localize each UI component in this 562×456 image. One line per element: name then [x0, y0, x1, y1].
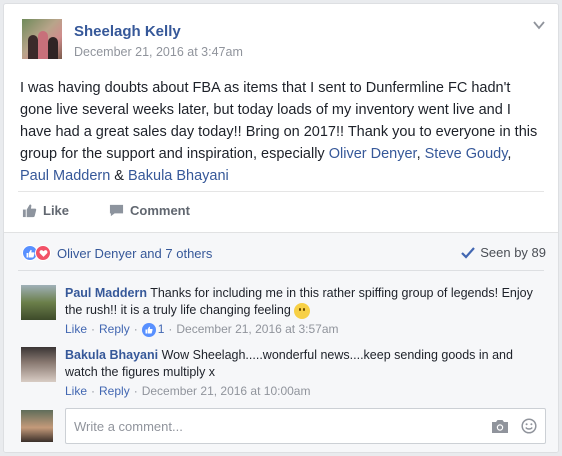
commenter-name[interactable]: Paul Maddern — [65, 286, 147, 300]
checkmark-icon — [461, 246, 476, 259]
comment-like-link[interactable]: Like — [65, 383, 87, 400]
post-card: Sheelagh Kelly December 21, 2016 at 3:47… — [3, 3, 559, 453]
emoji-icon[interactable] — [521, 418, 537, 434]
camera-icon[interactable] — [491, 418, 509, 434]
composer-icons — [491, 418, 537, 434]
mention-link[interactable]: Paul Maddern — [20, 168, 110, 184]
mention-link[interactable]: Steve Goudy — [425, 146, 508, 162]
comment-input[interactable]: Write a comment... — [65, 408, 546, 444]
comments-section: Oliver Denyer and 7 others Seen by 89 Pa… — [4, 232, 558, 452]
seen-by[interactable]: Seen by 89 — [461, 245, 546, 260]
comment-timestamp[interactable]: December 21, 2016 at 10:00am — [142, 383, 311, 400]
commenter-name[interactable]: Bakula Bhayani — [65, 348, 158, 362]
mention-link[interactable]: Bakula Bhayani — [128, 168, 229, 184]
comment-placeholder: Write a comment... — [74, 419, 183, 434]
smiley-emoji-icon — [294, 302, 311, 319]
post-text-separator: , — [507, 146, 512, 162]
comment-button[interactable]: Comment — [109, 203, 190, 218]
like-thumb-icon — [22, 204, 37, 218]
commenter-avatar[interactable] — [21, 285, 56, 320]
comment-reply-link[interactable]: Reply — [99, 321, 130, 338]
comment-body: Bakula Bhayani Wow Sheelagh.....wonderfu… — [65, 347, 535, 400]
comment-timestamp[interactable]: December 21, 2016 at 3:57am — [176, 321, 338, 338]
divider — [18, 191, 544, 192]
author-name[interactable]: Sheelagh Kelly — [74, 23, 181, 40]
post-body: I was having doubts about FBA as items t… — [20, 77, 540, 187]
comment-body: Paul Maddern Thanks for including me in … — [65, 285, 535, 338]
like-label: Like — [43, 203, 70, 218]
like-button[interactable]: Like — [22, 203, 69, 218]
reactions-summary[interactable]: Oliver Denyer and 7 others — [22, 245, 212, 261]
comment-like-count[interactable]: 1 — [141, 321, 165, 338]
comment-like-link[interactable]: Like — [65, 321, 87, 338]
reactions-text: Oliver Denyer and 7 others — [57, 245, 213, 261]
like-count-text: 1 — [157, 322, 165, 336]
like-reaction-icon — [141, 322, 156, 337]
post-text-separator: , — [416, 146, 425, 162]
seen-by-text: Seen by 89 — [480, 245, 546, 260]
author-avatar[interactable] — [22, 19, 62, 59]
commenter-avatar[interactable] — [21, 347, 56, 382]
comment-bubble-icon — [109, 204, 124, 217]
post-text-separator: & — [110, 168, 129, 184]
post-timestamp[interactable]: December 21, 2016 at 3:47am — [74, 45, 243, 59]
love-reaction-icon — [35, 245, 51, 261]
comment-composer: Write a comment... — [21, 408, 546, 444]
divider — [18, 270, 544, 271]
comment-reply-link[interactable]: Reply — [99, 383, 130, 400]
chevron-down-icon[interactable] — [532, 18, 546, 32]
mention-link[interactable]: Oliver Denyer — [329, 146, 417, 162]
comment-label: Comment — [130, 203, 190, 218]
current-user-avatar[interactable] — [21, 410, 53, 442]
comment-meta: Like · Reply · December 21, 2016 at 10:0… — [65, 383, 311, 400]
comment-meta: Like · Reply · 1 · December 21, 2016 at … — [65, 321, 339, 338]
